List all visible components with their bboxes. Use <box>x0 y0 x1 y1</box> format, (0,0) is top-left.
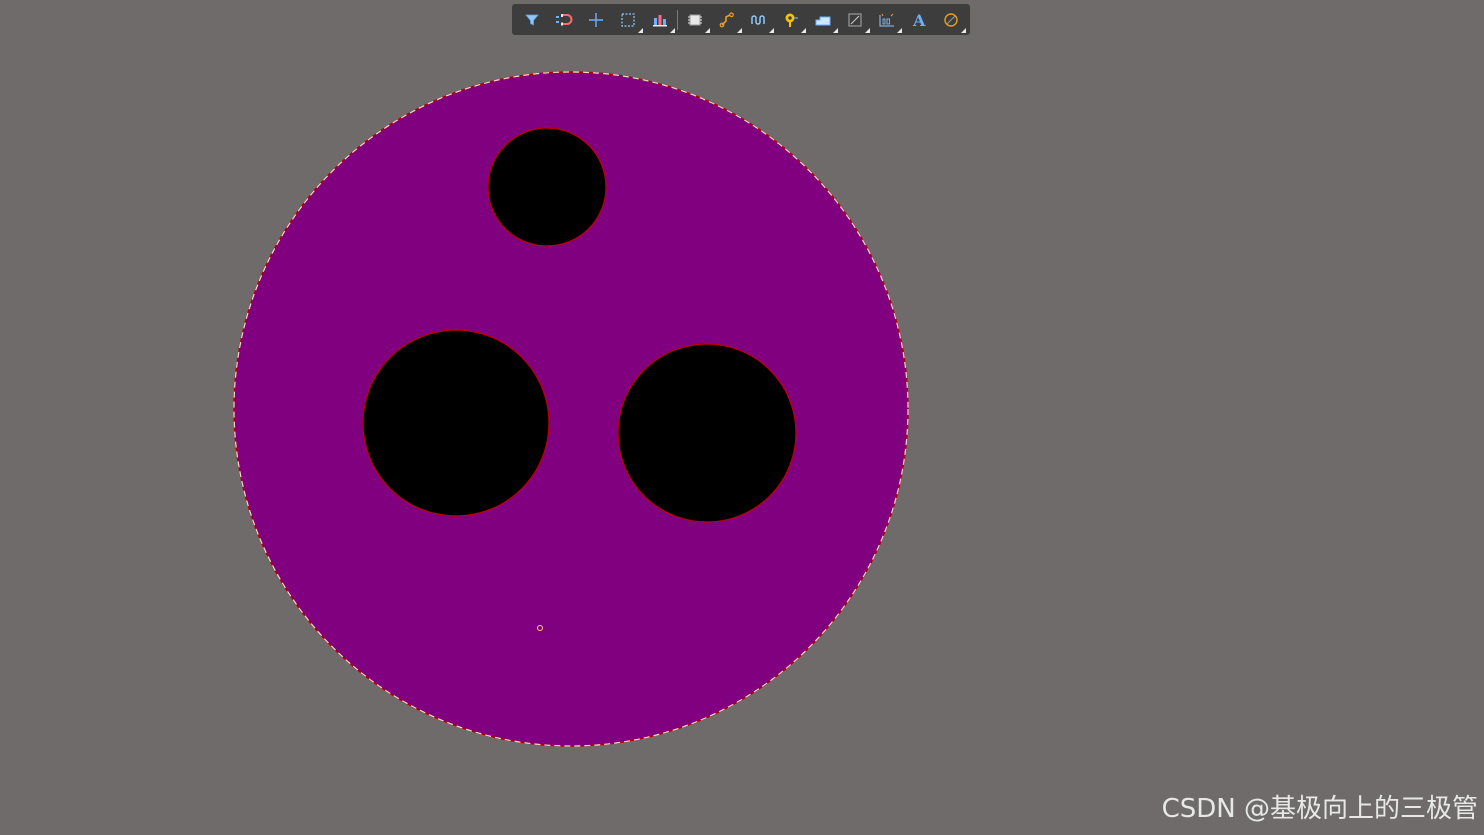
dropdown-corner-icon <box>833 28 838 33</box>
dimension-icon <box>879 13 894 26</box>
dropdown-corner-icon <box>638 28 643 33</box>
board-cutout-top[interactable] <box>487 127 607 247</box>
dropdown-corner-icon <box>897 28 902 33</box>
snap-button[interactable] <box>548 4 580 35</box>
select-rectangle-icon <box>621 12 635 27</box>
dropdown-corner-icon <box>670 28 675 33</box>
dropdown-corner-icon <box>705 28 710 33</box>
snap-magnet-icon <box>556 13 573 25</box>
dropdown-corner-icon <box>961 28 966 33</box>
interactive-length-tuning-icon <box>751 14 765 25</box>
via-icon <box>785 13 798 27</box>
text-string-icon: A <box>912 11 926 29</box>
active-bar-toolbar: A <box>512 4 970 35</box>
dropdown-corner-icon <box>865 28 870 33</box>
toolbar-separator <box>677 9 678 30</box>
select-button[interactable] <box>612 4 644 35</box>
region-button[interactable] <box>839 4 871 35</box>
dimension-button[interactable] <box>871 4 903 35</box>
filter-icon <box>525 14 539 26</box>
board-cutout-right[interactable] <box>617 343 797 523</box>
pcb-workspace-canvas[interactable]: A CSDN @基极向上的三极管 <box>0 0 1484 835</box>
fill-polygon-icon <box>815 16 831 25</box>
board-cutout-left[interactable] <box>362 329 550 517</box>
via-button[interactable] <box>775 4 807 35</box>
component-icon <box>688 14 702 25</box>
text-button[interactable]: A <box>903 4 935 35</box>
filter-button[interactable] <box>516 4 548 35</box>
align-button[interactable] <box>644 4 676 35</box>
watermark-text: CSDN @基极向上的三极管 <box>1161 794 1478 824</box>
dropdown-corner-icon <box>801 28 806 33</box>
dropdown-corner-icon <box>769 28 774 33</box>
region-icon <box>848 12 862 27</box>
polygon-pour-button[interactable] <box>807 4 839 35</box>
tuning-button[interactable] <box>743 4 775 35</box>
dropdown-corner-icon <box>737 28 742 33</box>
pcb-board-view[interactable] <box>0 0 1484 835</box>
svg-text:A: A <box>912 11 926 29</box>
route-button[interactable] <box>711 4 743 35</box>
arc-icon <box>944 12 958 27</box>
crosshair-button[interactable] <box>580 4 612 35</box>
align-icon <box>653 14 667 26</box>
crosshair-icon <box>589 12 603 27</box>
arc-button[interactable] <box>935 4 967 35</box>
component-button[interactable] <box>679 4 711 35</box>
route-track-icon <box>719 11 734 27</box>
